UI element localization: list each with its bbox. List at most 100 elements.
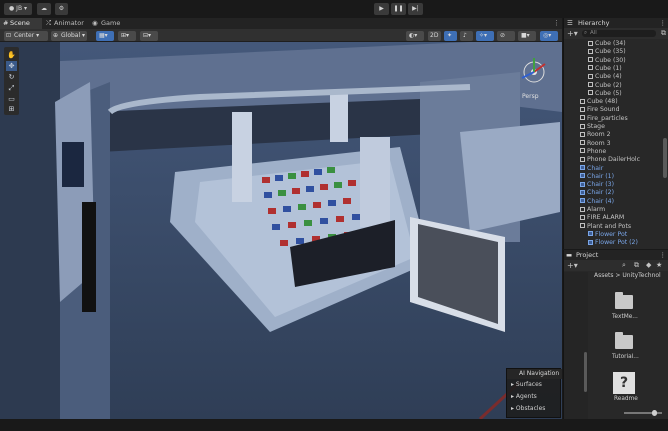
- hierarchy-item-label: Cube (48): [587, 98, 618, 106]
- asset-label: Readme: [614, 396, 638, 402]
- hierarchy-item[interactable]: Phone DailerHolc: [580, 156, 640, 164]
- audio-toggle[interactable]: ♪: [460, 30, 473, 41]
- project-panel: ▬ Project ⋮ +▾ ⌕ ⧉ ◆ ★ Assets > UnityTec…: [563, 250, 668, 431]
- hierarchy-item-label: Cube (34): [595, 40, 626, 47]
- more-options-icon[interactable]: ⋮: [660, 18, 667, 28]
- hierarchy-item-label: Cube (35): [595, 48, 626, 56]
- hierarchy-item[interactable]: Cube (34): [588, 40, 626, 48]
- asset-label: Tutorial...: [612, 354, 639, 360]
- hierarchy-item[interactable]: Cube (48): [580, 98, 618, 106]
- tool-palette: ✋ ✥ ↻ ⤢ ▭ ⊞: [4, 47, 19, 115]
- hierarchy-item[interactable]: Cube (1): [588, 65, 622, 73]
- ai-nav-surfaces[interactable]: ▸ Surfaces: [511, 381, 542, 388]
- hierarchy-item[interactable]: Room 2: [580, 131, 611, 139]
- pause-button[interactable]: ❚❚: [391, 3, 406, 15]
- more-options-icon[interactable]: ⋮: [660, 250, 667, 260]
- tab-scene[interactable]: # Scene: [0, 18, 42, 29]
- play-button[interactable]: ▶: [374, 3, 389, 15]
- ai-nav-agents[interactable]: ▸ Agents: [511, 393, 537, 400]
- tab-game-label: Game: [101, 19, 121, 27]
- pivot-mode-label: Center: [14, 31, 35, 39]
- label-icon[interactable]: ◆: [646, 261, 651, 269]
- hierarchy-item[interactable]: Chair (1): [580, 173, 614, 181]
- increment-snap-dropdown[interactable]: ⊟▾: [140, 30, 158, 41]
- add-button[interactable]: +▾: [567, 29, 578, 38]
- grid-snap-dropdown[interactable]: ▦▾: [96, 30, 114, 41]
- pause-icon: ❚❚: [393, 5, 404, 12]
- gizmos-dropdown[interactable]: ◎▾: [540, 30, 558, 41]
- projection-label[interactable]: Persp: [522, 93, 539, 100]
- hierarchy-item[interactable]: FIRE ALARM: [580, 214, 624, 222]
- speaker-icon: ♪: [463, 31, 467, 39]
- step-button[interactable]: ▶|: [408, 3, 423, 15]
- hierarchy-item[interactable]: Flower Pot (2): [588, 239, 638, 247]
- asset-item[interactable]: Tutorial...: [608, 330, 642, 360]
- zoom-slider-handle[interactable]: [652, 410, 657, 416]
- hierarchy-item[interactable]: Cube (35): [588, 48, 626, 56]
- ai-nav-obstacles[interactable]: ▸ Obstacles: [511, 405, 545, 412]
- asset-item[interactable]: ? Readme: [608, 370, 642, 402]
- play-icon: ▶: [379, 5, 384, 12]
- add-asset-button[interactable]: +▾: [567, 261, 578, 270]
- zoom-slider[interactable]: [624, 410, 662, 416]
- hierarchy-item[interactable]: Alarm: [580, 206, 605, 214]
- settings-button[interactable]: ⚙: [55, 3, 68, 15]
- hierarchy-item[interactable]: Chair (3): [580, 181, 614, 189]
- draw-mode-dropdown[interactable]: ◐▾: [406, 30, 424, 41]
- move-tool[interactable]: ✥: [6, 61, 17, 71]
- asset-item[interactable]: TextMe...: [608, 290, 642, 320]
- project-breadcrumb[interactable]: Assets > UnityTechnol: [594, 272, 661, 279]
- project-tree-scrollbar[interactable]: [584, 352, 587, 392]
- cube-icon: [588, 239, 593, 245]
- hierarchy-item[interactable]: Chair (4): [580, 198, 614, 206]
- scale-tool[interactable]: ⤢: [6, 83, 17, 93]
- hierarchy-search-bar: +▾ ⌕ All ⧉: [564, 28, 668, 39]
- camera-dropdown[interactable]: ■▾: [518, 30, 536, 41]
- hierarchy-item[interactable]: Flower Pot: [588, 231, 627, 239]
- grid-visibility-dropdown[interactable]: ⊞▾: [118, 30, 136, 41]
- tab-animator[interactable]: ⤮ Animator: [44, 18, 88, 29]
- view-tool[interactable]: ✋: [6, 50, 17, 60]
- hierarchy-item[interactable]: Phone: [580, 148, 606, 156]
- rect-icon: ▭: [8, 95, 15, 103]
- space-mode-dropdown[interactable]: ⊕ Global ▾: [51, 30, 87, 41]
- hierarchy-item[interactable]: Room 3: [580, 140, 611, 148]
- scene-view-toolbar: ⊡ Center ▾ ⊕ Global ▾ ▦▾ ⊞▾ ⊟▾ ◐▾ 2D ✦ ♪…: [0, 29, 562, 42]
- effects-dropdown[interactable]: ✧▾: [476, 30, 494, 41]
- rotate-tool[interactable]: ↻: [6, 72, 17, 82]
- search-icon: ⌕: [584, 30, 588, 36]
- hierarchy-item-label: Room 2: [587, 131, 611, 139]
- lighting-toggle[interactable]: ✦: [444, 30, 457, 41]
- hierarchy-search-input[interactable]: ⌕ All: [582, 30, 656, 37]
- hierarchy-item[interactable]: Chair: [580, 165, 603, 173]
- 2d-toggle[interactable]: 2D: [428, 30, 441, 41]
- account-dropdown[interactable]: ● JB ▾: [4, 3, 32, 15]
- hidden-objects-toggle[interactable]: ⊘: [497, 30, 515, 41]
- hierarchy-item[interactable]: Fire Sound: [580, 106, 620, 114]
- hierarchy-item[interactable]: Chair (2): [580, 189, 614, 197]
- hierarchy-item[interactable]: Cube (5): [588, 90, 622, 98]
- hierarchy-item[interactable]: Fire_particles: [580, 115, 628, 123]
- more-options-icon[interactable]: ⋮: [553, 18, 561, 29]
- cube-icon: [580, 98, 585, 104]
- hierarchy-scrollbar[interactable]: [663, 138, 667, 178]
- scene-viewport[interactable]: Persp: [0, 42, 562, 419]
- search-icon[interactable]: ⌕: [622, 261, 626, 270]
- transform-tool[interactable]: ⊞: [6, 104, 17, 114]
- star-icon[interactable]: ★: [656, 261, 662, 269]
- hierarchy-item-label: Room 3: [587, 139, 611, 147]
- filter-icon[interactable]: ⧉: [661, 29, 666, 38]
- cloud-button[interactable]: ☁: [37, 3, 51, 15]
- hierarchy-title: Hierarchy: [578, 19, 610, 27]
- hierarchy-item[interactable]: Cube (30): [588, 57, 626, 65]
- hierarchy-item-label: Chair (1): [587, 172, 615, 180]
- pivot-mode-dropdown[interactable]: ⊡ Center ▾: [4, 30, 48, 41]
- hierarchy-item[interactable]: Cube (2): [588, 82, 622, 90]
- shading-icon: ◐▾: [409, 31, 418, 39]
- rect-tool[interactable]: ▭: [6, 94, 17, 104]
- hierarchy-item[interactable]: Cube (4): [588, 73, 622, 81]
- hierarchy-item[interactable]: Stage: [580, 123, 605, 131]
- filter-icon[interactable]: ⧉: [634, 261, 639, 270]
- tab-game[interactable]: ◉ Game: [91, 18, 127, 29]
- hierarchy-item[interactable]: Plant and Pots: [580, 223, 631, 231]
